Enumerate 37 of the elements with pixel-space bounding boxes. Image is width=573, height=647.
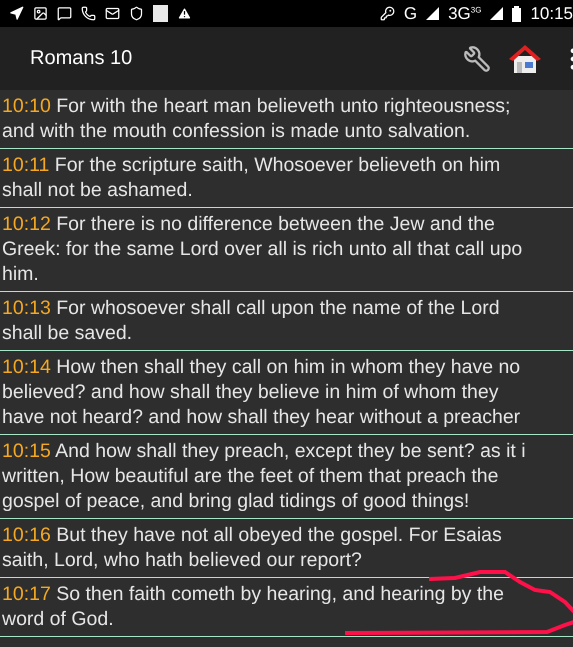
verse-text: saith, Lord, who hath believed our report? (2, 548, 363, 573)
verse-text: shall be saved. (2, 321, 134, 346)
verse-text: and with the mouth confession is made unto salvation. (2, 119, 472, 144)
clock-time: 10:15 (530, 4, 573, 24)
navigation-icon (9, 6, 24, 21)
message-icon (57, 6, 72, 21)
verse-text: 10:15 And how shall they preach, except they be sent? as it i (2, 439, 527, 464)
chapter-title: Romans 10 (30, 47, 134, 70)
square-icon (153, 5, 168, 22)
verse-text: 10:17 So then faith cometh by hearing, and hearing by the (2, 582, 505, 607)
key-icon (380, 6, 395, 21)
verse-text: 10:12 For there is no difference between the Jew and the (2, 212, 496, 237)
verse-text: 10:16 But they have not all obeyed the gospel. For Esaias (2, 523, 503, 548)
network-label: G (404, 4, 418, 24)
home-icon[interactable] (509, 44, 541, 74)
verse-text: word of God. (2, 607, 115, 632)
network-label: 3G$^{3G}$ (448, 4, 482, 24)
verse-text: gospel of peace, and bring glad tidings of good things! (2, 489, 470, 514)
shield-icon (129, 6, 144, 21)
mail-icon (105, 6, 120, 21)
verse-text: shall not be ashamed. (2, 178, 194, 203)
wrench-icon[interactable] (463, 44, 491, 72)
image-icon (33, 6, 48, 21)
warning-icon (177, 6, 192, 21)
verse-text: 10:13 For whosoever shall call upon the name of the Lord (2, 296, 501, 321)
signal-icon (426, 7, 440, 20)
verse-text: written, How beautiful are the feet of them that preach the (2, 464, 500, 489)
verse-text: him. (2, 262, 40, 287)
verse-text: 10:11 For the scripture saith, Whosoever believeth on him (2, 153, 502, 178)
verse-text: 10:14 How then shall they call on him in whom they have no (2, 355, 522, 380)
signal-icon (490, 7, 504, 20)
verse-text: believed? and how shall they believe in him of whom they (2, 380, 500, 405)
verse-text: Greek: for the same Lord over all is rich unto all that call upo (2, 237, 524, 262)
verse-text: have not heard? and how shall they hear without a preacher (2, 405, 522, 430)
verse-text: 10:10 For with the heart man believeth unto righteousness; (2, 94, 512, 119)
phone-icon (81, 6, 96, 21)
battery-icon (512, 6, 522, 22)
